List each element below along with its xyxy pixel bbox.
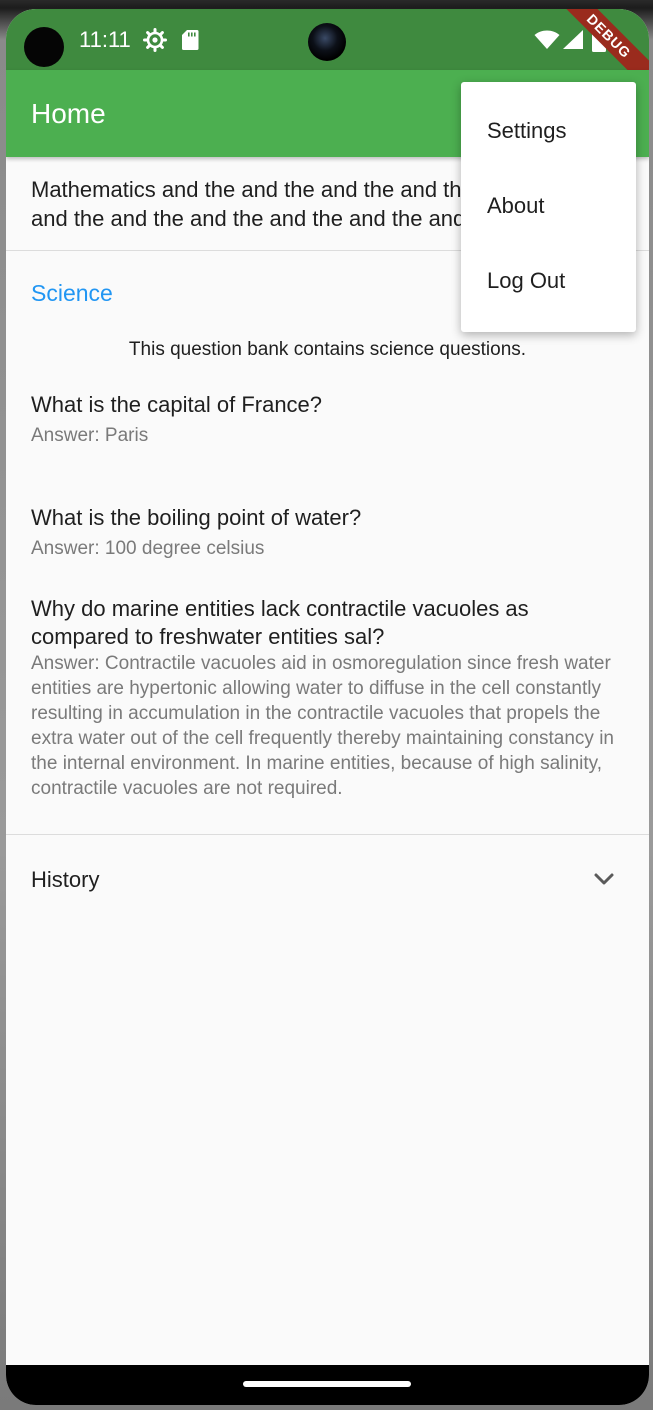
list-item: What is the boiling point of water? Answ… <box>31 504 621 561</box>
answer-text: Answer: 100 degree celsius <box>31 538 265 559</box>
answer-text: Answer: Paris <box>31 425 149 446</box>
overflow-menu: Settings About Log Out <box>461 82 636 332</box>
question-text: What is the boiling point of water? <box>31 505 362 530</box>
question-text: Why do marine entities lack contractile … <box>31 596 529 649</box>
history-expansion-tile[interactable]: History <box>6 835 649 927</box>
answer-text: Answer: Contractile vacuoles aid in osmo… <box>31 653 614 799</box>
wifi-icon <box>534 30 560 49</box>
science-section-description: This question bank contains science ques… <box>128 339 527 360</box>
menu-item-about[interactable]: About <box>487 193 545 219</box>
menu-item-log-out[interactable]: Log Out <box>487 268 565 294</box>
navigation-bar <box>6 1365 649 1405</box>
signal-icon <box>563 30 583 49</box>
list-item: What is the capital of France? Answer: P… <box>31 391 621 448</box>
chevron-down-icon <box>594 873 614 885</box>
status-time: 11:11 <box>79 27 131 52</box>
history-label: History <box>31 867 100 892</box>
status-bar: 11:11 DEBUG <box>6 9 649 94</box>
menu-item-settings[interactable]: Settings <box>487 118 567 144</box>
device-screen: 11:11 DEBUG Home Mathematics and the and… <box>6 9 649 1405</box>
list-item: Why do marine entities lack contractile … <box>31 595 621 801</box>
front-camera-left <box>24 27 64 67</box>
page-title: Home <box>31 98 106 129</box>
question-text: What is the capital of France? <box>31 392 323 417</box>
science-section-header[interactable]: Science <box>31 280 113 307</box>
home-gesture-handle[interactable] <box>243 1381 411 1387</box>
sd-card-icon <box>182 30 199 50</box>
front-camera <box>308 23 346 61</box>
gear-icon <box>143 28 167 52</box>
